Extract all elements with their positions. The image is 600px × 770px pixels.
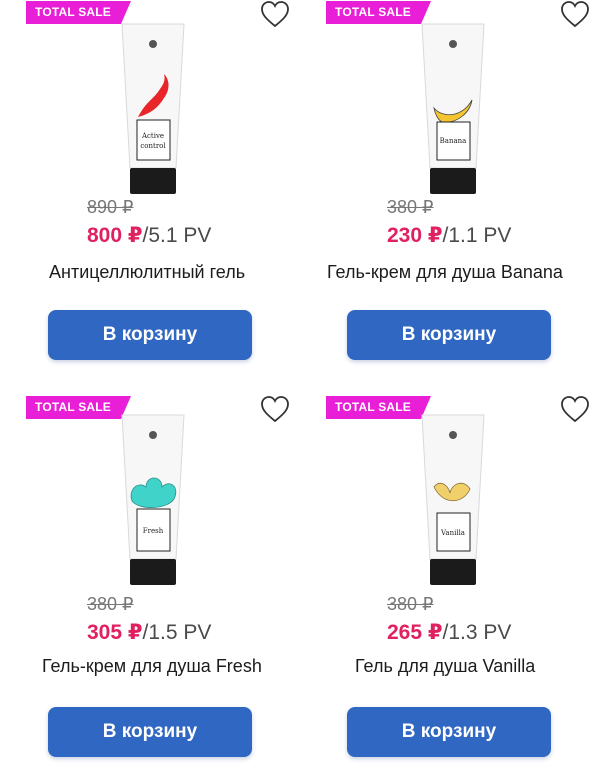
add-to-cart-button[interactable]: В корзину: [48, 310, 252, 360]
product-title[interactable]: Гель-крем для душа Banana: [327, 262, 563, 283]
old-price: 380 ₽: [87, 594, 134, 614]
pv-value: /1.5 PV: [142, 621, 212, 644]
sale-badge: TOTAL SALE: [326, 396, 431, 419]
add-to-cart-button[interactable]: В корзину: [347, 310, 551, 360]
svg-text:Fresh: Fresh: [143, 527, 164, 535]
product-image[interactable]: Active control: [118, 22, 188, 196]
price-line: 305 ₽/1.5 PV: [87, 620, 211, 645]
price: 800 ₽: [87, 224, 143, 247]
price-line: 800 ₽/5.1 PV: [87, 223, 211, 248]
heart-icon[interactable]: [560, 0, 590, 28]
product-image[interactable]: Banana: [418, 22, 488, 196]
product-title[interactable]: Гель-крем для душа Fresh: [42, 656, 262, 677]
svg-text:Banana: Banana: [440, 137, 467, 145]
pv-value: /5.1 PV: [142, 224, 212, 247]
sale-badge: TOTAL SALE: [26, 1, 131, 24]
pv-value: /1.3 PV: [442, 621, 512, 644]
heart-icon[interactable]: [560, 395, 590, 423]
add-to-cart-button[interactable]: В корзину: [48, 707, 252, 757]
price-line: 265 ₽/1.3 PV: [387, 620, 511, 645]
sale-badge: TOTAL SALE: [326, 1, 431, 24]
old-price: 890 ₽: [87, 197, 134, 217]
product-card[interactable]: TOTAL SALE Active control 890 ₽ 800 ₽/5.…: [0, 0, 300, 395]
heart-icon[interactable]: [260, 395, 290, 423]
old-price: 380 ₽: [387, 594, 434, 614]
product-image[interactable]: Fresh: [118, 413, 188, 587]
old-price: 380 ₽: [387, 197, 434, 217]
pv-value: /1.1 PV: [442, 224, 512, 247]
price: 305 ₽: [87, 621, 143, 644]
product-title[interactable]: Антицеллюлитный гель: [49, 262, 245, 283]
product-card[interactable]: TOTAL SALE Vanilla 380 ₽ 265 ₽/1.3 PV Ге…: [300, 395, 600, 770]
product-title[interactable]: Гель для душа Vanilla: [355, 656, 535, 677]
product-grid: TOTAL SALE Active control 890 ₽ 800 ₽/5.…: [0, 0, 600, 770]
svg-text:Vanilla: Vanilla: [440, 529, 465, 537]
sale-badge: TOTAL SALE: [26, 396, 131, 419]
svg-text:Active: Active: [141, 132, 164, 140]
product-card[interactable]: TOTAL SALE Fresh 380 ₽ 305 ₽/1.5 PV Гель…: [0, 395, 300, 770]
svg-text:control: control: [140, 142, 166, 150]
price-line: 230 ₽/1.1 PV: [387, 223, 511, 248]
add-to-cart-button[interactable]: В корзину: [347, 707, 551, 757]
product-image[interactable]: Vanilla: [418, 413, 488, 587]
price: 230 ₽: [387, 224, 443, 247]
heart-icon[interactable]: [260, 0, 290, 28]
product-card[interactable]: TOTAL SALE Banana 380 ₽ 230 ₽/1.1 PV Гел…: [300, 0, 600, 395]
price: 265 ₽: [387, 621, 443, 644]
